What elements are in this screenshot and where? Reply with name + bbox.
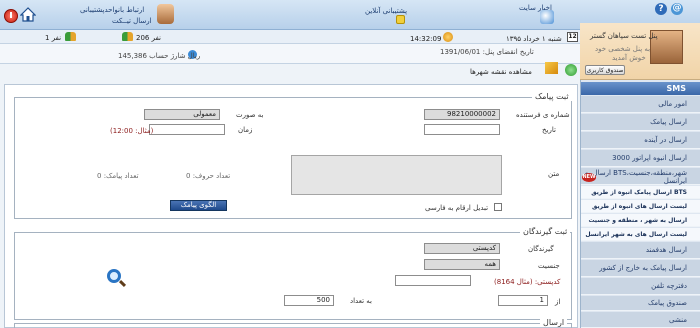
sidebar-item-send-sms[interactable]: ارسال پیامک [581, 114, 700, 131]
sender-label: شماره ی فرستنده [516, 111, 570, 119]
welcome-line-2: خوش آمدید [612, 54, 646, 62]
account-balance: 145,386 ریال شارژ حساب [118, 52, 201, 60]
from-label: از [555, 298, 561, 306]
count-input[interactable]: 500 [284, 295, 334, 306]
search-icon[interactable] [107, 269, 121, 283]
sidebar-item-bts-list[interactable]: لیست ارسال های انبوه از طریق BTS [581, 200, 700, 223]
current-time: 14:32:09 [410, 35, 442, 43]
calendar-icon: 12 [567, 32, 578, 42]
time-input[interactable] [149, 124, 225, 135]
sidebar-item-finance[interactable]: امور مالی [581, 96, 700, 113]
users-count: 206 نفر [136, 34, 161, 42]
refresh-icon[interactable] [565, 64, 577, 76]
welcome-line-1: به پنل شخصی خود [595, 45, 651, 53]
support-ticket-link[interactable]: ارتباط بانواحدپشتیبانی [80, 6, 144, 14]
pattern-button[interactable]: الگوی پیامک [170, 200, 227, 211]
sidebar-item-international[interactable]: ارسال پیامک به خارج از کشور [581, 260, 700, 277]
send-fieldset [14, 323, 572, 328]
map-icon[interactable] [545, 62, 558, 74]
help-icon[interactable]: ? [655, 3, 667, 15]
online-support-label[interactable]: پشتیبانی آنلاین [365, 7, 407, 15]
from-input[interactable]: 1 [498, 295, 548, 306]
sidebar-item-city-region[interactable]: ارسال به شهر ، منطقه و جنسیت [581, 214, 700, 227]
clock-icon [443, 32, 453, 42]
sidebar-item-bulk-bts[interactable]: ارسال پیامک انبوه از طریق BTS ایرانسل [581, 186, 700, 209]
sidebar-heading: SMS [581, 82, 700, 95]
send-legend: ارسال [540, 318, 568, 327]
time-label: زمان [238, 126, 253, 134]
chars-count: تعداد حروف: 0 [186, 172, 231, 180]
recipients-legend: ثبت گیرندگان [520, 227, 571, 236]
new-badge: NEW [582, 173, 596, 182]
home-icon[interactable] [20, 7, 36, 22]
sender-select[interactable]: 98210000002 [424, 109, 500, 120]
user-avatar [157, 4, 174, 24]
support-icon[interactable] [396, 15, 405, 24]
text-label: متن [548, 170, 560, 178]
gender-select[interactable]: همه [424, 259, 500, 270]
recipients-label: گیرندگان [528, 245, 554, 253]
wallet-button[interactable]: صندوق کاربری [585, 65, 625, 75]
gender-label: جنسیت [538, 262, 560, 270]
time-example: (مثال: 12:00) [110, 127, 154, 135]
message-textarea[interactable] [291, 155, 502, 195]
profile-name: پنل تست سپاهان گستر [590, 32, 658, 40]
sms-count: تعداد پیامک: 0 [97, 172, 139, 180]
sidebar-item-inbox[interactable]: صندوق پیامک [581, 296, 700, 311]
postal-code-label: کدپستی: (مثال 8164) [494, 278, 561, 286]
sidebar-item-secretary[interactable]: منشی [581, 312, 700, 328]
sms-legend: ثبت پیامک [532, 92, 572, 101]
count-label: به تعداد [350, 297, 372, 305]
sidebar-item-bts-irancell[interactable]: ارسال به BTS،شهر،منطقه،جنسیت ایرانسل [581, 168, 700, 185]
online-count: 1 نفر [45, 34, 62, 42]
convert-digits-label: تبدیل ارقام به فارسی [425, 204, 489, 212]
panel-expiry: تاریخ انقضای پنل: 1391/06/01 [440, 48, 534, 56]
sidebar-item-bulk-3000[interactable]: ارسال انبوه اپراتور 3000 [581, 150, 700, 167]
online-users-icon [65, 32, 76, 41]
sidebar-item-schedule[interactable]: ارسال در آینده [581, 132, 700, 149]
power-icon[interactable] [4, 9, 18, 23]
sidebar-item-phonebook[interactable]: دفترچه تلفن [581, 278, 700, 295]
users-icon [122, 32, 133, 41]
send-ticket-link[interactable]: ارسال تیــکت [112, 17, 152, 25]
date-label: تاریخ [542, 126, 556, 134]
date-input[interactable] [424, 124, 500, 135]
postal-code-input[interactable] [395, 275, 471, 286]
recipients-select[interactable]: کدپستی [424, 243, 500, 254]
news-icon[interactable] [540, 10, 554, 24]
type-label: به صورت [236, 111, 264, 119]
current-date: شنبه ۱ خرداد ۱۳۹۵ [506, 35, 562, 43]
sidebar-item-city-list[interactable]: لیست ارسال های به شهر ایرانسل [581, 228, 700, 241]
info-bar [0, 30, 580, 44]
contact-icon[interactable]: @ [671, 3, 683, 15]
sidebar-item-targeted[interactable]: ارسال هدفمند [581, 242, 700, 259]
convert-digits-checkbox[interactable] [494, 203, 502, 211]
view-map-link[interactable]: مشاهده نقشه شهرها [470, 68, 532, 76]
type-select[interactable]: معمولی [144, 109, 220, 120]
